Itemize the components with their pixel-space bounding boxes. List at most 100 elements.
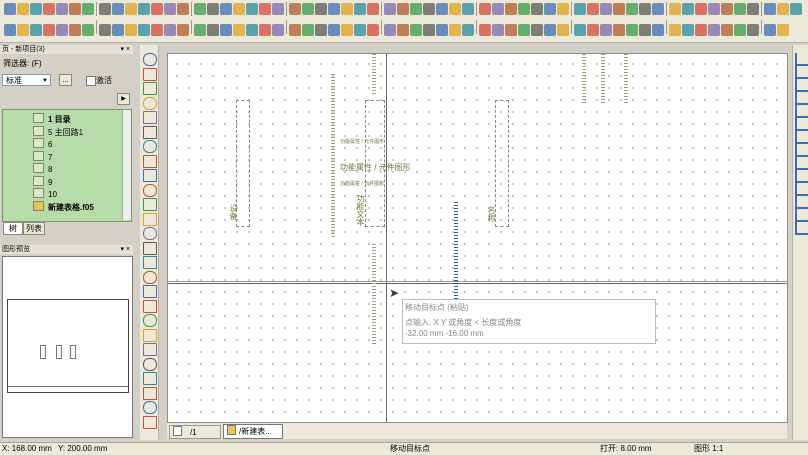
toolbar-button[interactable] [600,3,612,15]
toolbar-button[interactable] [259,24,271,36]
toolbar-button[interactable] [69,3,81,15]
toolbar-button[interactable] [99,24,111,36]
toolbar-button[interactable] [233,24,245,36]
toolbar-button[interactable] [574,3,586,15]
close-icon[interactable]: ▾ × [120,45,130,54]
toolbar-button[interactable] [112,24,124,36]
connection-tool-button[interactable] [795,66,808,79]
draw-tool-button[interactable] [143,241,157,255]
connection-tool-button[interactable] [795,105,808,118]
toolbar-button[interactable] [747,24,759,36]
draw-tool-button[interactable] [143,212,157,226]
draw-tool-button[interactable] [143,256,157,269]
activate-checkbox[interactable] [86,76,96,86]
toolbar-button[interactable] [138,3,150,15]
toolbar-button[interactable] [695,24,707,36]
toolbar-button[interactable] [652,24,664,36]
toolbar-button[interactable] [449,24,461,36]
toolbar-button[interactable] [708,3,720,15]
toolbar-button[interactable] [479,24,491,36]
connection-tool-button[interactable] [795,209,808,222]
toolbar-button[interactable] [557,3,569,15]
toolbar-button[interactable] [354,3,366,15]
toolbar-button[interactable] [164,24,176,36]
tree-item[interactable]: 8 [3,163,52,175]
tree-item[interactable]: 新建表格.f05 [3,200,94,213]
draw-tool-button[interactable] [143,227,157,240]
toolbar-button[interactable] [220,24,232,36]
toolbar-button[interactable] [734,24,746,36]
draw-tool-button[interactable] [143,140,157,153]
toolbar-button[interactable] [177,24,189,36]
draw-tool-button[interactable] [143,96,157,110]
toolbar-button[interactable] [544,24,556,36]
toolbar-button[interactable] [436,24,448,36]
toolbar-button[interactable] [272,24,284,36]
toolbar-button[interactable] [30,3,42,15]
toolbar-button[interactable] [626,3,638,15]
filter-select[interactable]: 标准 ▼ [2,74,51,86]
draw-tool-button[interactable] [143,154,157,168]
connection-tool-button[interactable] [795,157,808,170]
draw-tool-button[interactable] [143,67,157,81]
toolbar-button[interactable] [479,3,491,15]
toolbar-button[interactable] [587,3,599,15]
tree-item[interactable]: 1 目录 [3,113,71,125]
connection-tool-button[interactable] [795,196,808,209]
draw-tool-button[interactable] [143,285,157,298]
toolbar-button[interactable] [777,24,789,36]
toolbar-button[interactable] [315,3,327,15]
connection-tool-button[interactable] [795,118,808,131]
toolbar-button[interactable] [600,24,612,36]
draw-tool-button[interactable] [143,343,157,356]
draw-tool-button[interactable] [143,386,157,400]
draw-tool-button[interactable] [143,82,157,95]
tree-scrollbar[interactable] [122,110,131,220]
toolbar-button[interactable] [259,3,271,15]
toolbar-button[interactable] [233,3,245,15]
toolbar-button[interactable] [207,24,219,36]
toolbar-button[interactable] [518,3,530,15]
draw-tool-button[interactable] [143,270,157,284]
draw-tool-button[interactable] [143,328,157,342]
toolbar-button[interactable] [639,24,651,36]
toolbar-button[interactable] [328,24,340,36]
toolbar-button[interactable] [4,3,16,15]
toolbar-button[interactable] [246,24,258,36]
toolbar-button[interactable] [613,24,625,36]
toolbar-button[interactable] [790,3,802,15]
toolbar-button[interactable] [669,24,681,36]
toolbar-button[interactable] [574,24,586,36]
toolbar-button[interactable] [4,24,16,36]
tab-tree[interactable]: 树 [3,222,23,235]
close-icon[interactable]: ▾ × [120,245,130,254]
toolbar-button[interactable] [177,3,189,15]
toolbar-button[interactable] [384,3,396,15]
toolbar-button[interactable] [302,3,314,15]
toolbar-button[interactable] [69,24,81,36]
toolbar-button[interactable] [125,24,137,36]
toolbar-button[interactable] [557,24,569,36]
tree-item[interactable]: 9 [3,175,52,188]
toolbar-button[interactable] [397,24,409,36]
toolbar-button[interactable] [246,3,258,15]
toolbar-button[interactable] [194,3,206,15]
toolbar-button[interactable] [82,3,94,15]
connection-tool-button[interactable] [795,183,808,196]
draw-tool-button[interactable] [143,401,157,414]
draw-tool-button[interactable] [143,169,157,182]
toolbar-button[interactable] [410,3,422,15]
toolbar-button[interactable] [613,3,625,15]
toolbar-button[interactable] [99,3,111,15]
toolbar-button[interactable] [695,3,707,15]
toolbar-button[interactable] [436,3,448,15]
toolbar-button[interactable] [82,24,94,36]
toolbar-button[interactable] [328,3,340,15]
toolbar-button[interactable] [669,3,681,15]
tree-item[interactable]: 7 [3,150,52,163]
draw-tool-button[interactable] [143,183,157,197]
toolbar-button[interactable] [518,24,530,36]
toolbar-button[interactable] [764,24,776,36]
toolbar-button[interactable] [17,3,29,15]
toolbar-button[interactable] [341,3,353,15]
